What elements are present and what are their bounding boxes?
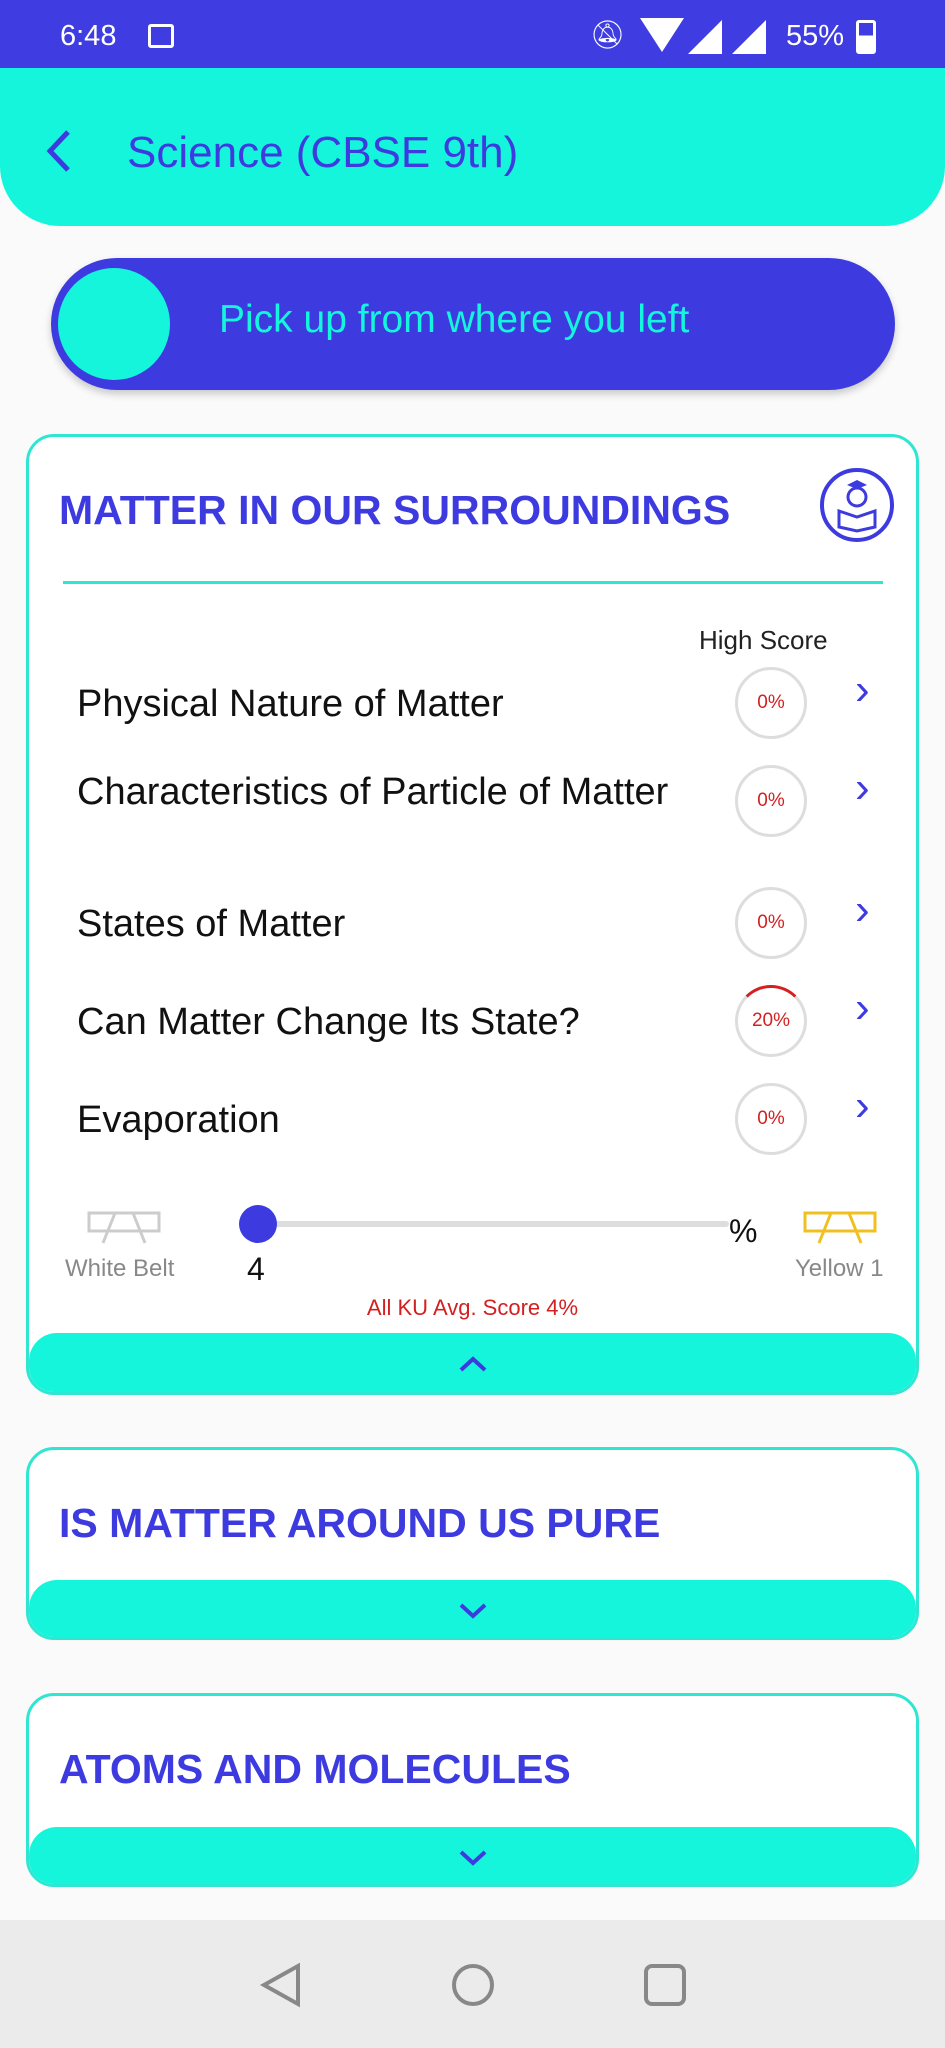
chapter-card: IS MATTER AROUND US PURE: [26, 1447, 919, 1640]
chevron-right-icon[interactable]: ›: [855, 885, 870, 935]
current-belt: White Belt: [65, 1255, 175, 1282]
chapter-card: MATTER IN OUR SURROUNDINGS High Score Ph…: [26, 434, 919, 1395]
topic-name[interactable]: Can Matter Change Its State?: [77, 1001, 580, 1043]
score-circle: 0%: [735, 667, 807, 739]
progress-slider: [265, 1221, 729, 1227]
white-belt-icon: [87, 1211, 161, 1244]
battery-icon: [856, 20, 876, 54]
topic-name[interactable]: Physical Nature of Matter: [77, 683, 504, 725]
score-circle: 0%: [735, 765, 807, 837]
chevron-right-icon[interactable]: ›: [855, 763, 870, 813]
battery-percent: 55%: [786, 20, 845, 52]
back-icon[interactable]: [44, 128, 74, 174]
expand-button[interactable]: [29, 1827, 916, 1884]
home-nav-icon[interactable]: [450, 1962, 496, 2008]
progress-unit: %: [729, 1213, 758, 1249]
chevron-down-icon: [459, 1603, 486, 1619]
score-circle: 0%: [735, 887, 807, 959]
chevron-down-icon: [459, 1850, 486, 1866]
status-time: 6:48: [60, 20, 117, 52]
score-circle: 0%: [735, 1083, 807, 1155]
chapter-title[interactable]: MATTER IN OUR SURROUNDINGS: [59, 487, 730, 534]
robot-reader-icon[interactable]: [819, 467, 895, 543]
image-icon: [148, 24, 174, 48]
avg-score: All KU Avg. Score 4%: [366, 1295, 579, 1320]
score-circle: 20%: [735, 985, 807, 1057]
status-bar: 6:48 🔕︎ 55%: [0, 0, 945, 68]
resume-button[interactable]: Pick up from where you left: [51, 258, 895, 390]
chevron-right-icon[interactable]: ›: [855, 1081, 870, 1131]
signal-icon: [688, 20, 722, 54]
recents-nav-icon[interactable]: [642, 1962, 688, 2008]
wifi-icon: [640, 18, 684, 52]
collapse-button[interactable]: [29, 1333, 916, 1392]
chapter-title[interactable]: ATOMS AND MOLECULES: [59, 1746, 571, 1793]
navigation-bar: [0, 1920, 945, 2048]
high-score-label: High Score: [699, 625, 828, 655]
chevron-up-icon: [459, 1356, 486, 1372]
yellow-belt-icon: [803, 1211, 877, 1244]
chapter-card: ATOMS AND MOLECULES: [26, 1693, 919, 1887]
signal-icon-2: [732, 20, 766, 54]
next-belt: Yellow 1: [795, 1255, 884, 1282]
page-title: Science (CBSE 9th): [127, 128, 519, 177]
chapter-title[interactable]: IS MATTER AROUND US PURE: [59, 1500, 660, 1547]
chevron-right-icon[interactable]: ›: [855, 983, 870, 1033]
back-nav-icon[interactable]: [258, 1962, 304, 2008]
resume-dot: [58, 268, 170, 380]
expand-button[interactable]: [29, 1580, 916, 1637]
divider: [63, 581, 883, 584]
progress-thumb: [239, 1205, 277, 1243]
chevron-right-icon[interactable]: ›: [855, 665, 870, 715]
progress-value: 4: [247, 1251, 265, 1287]
topic-name[interactable]: Evaporation: [77, 1099, 280, 1141]
topic-name[interactable]: States of Matter: [77, 903, 345, 945]
mute-icon: 🔕︎: [590, 19, 626, 50]
topic-name[interactable]: Characteristics of Particle of Matter: [77, 771, 677, 813]
resume-label: Pick up from where you left: [219, 298, 690, 341]
